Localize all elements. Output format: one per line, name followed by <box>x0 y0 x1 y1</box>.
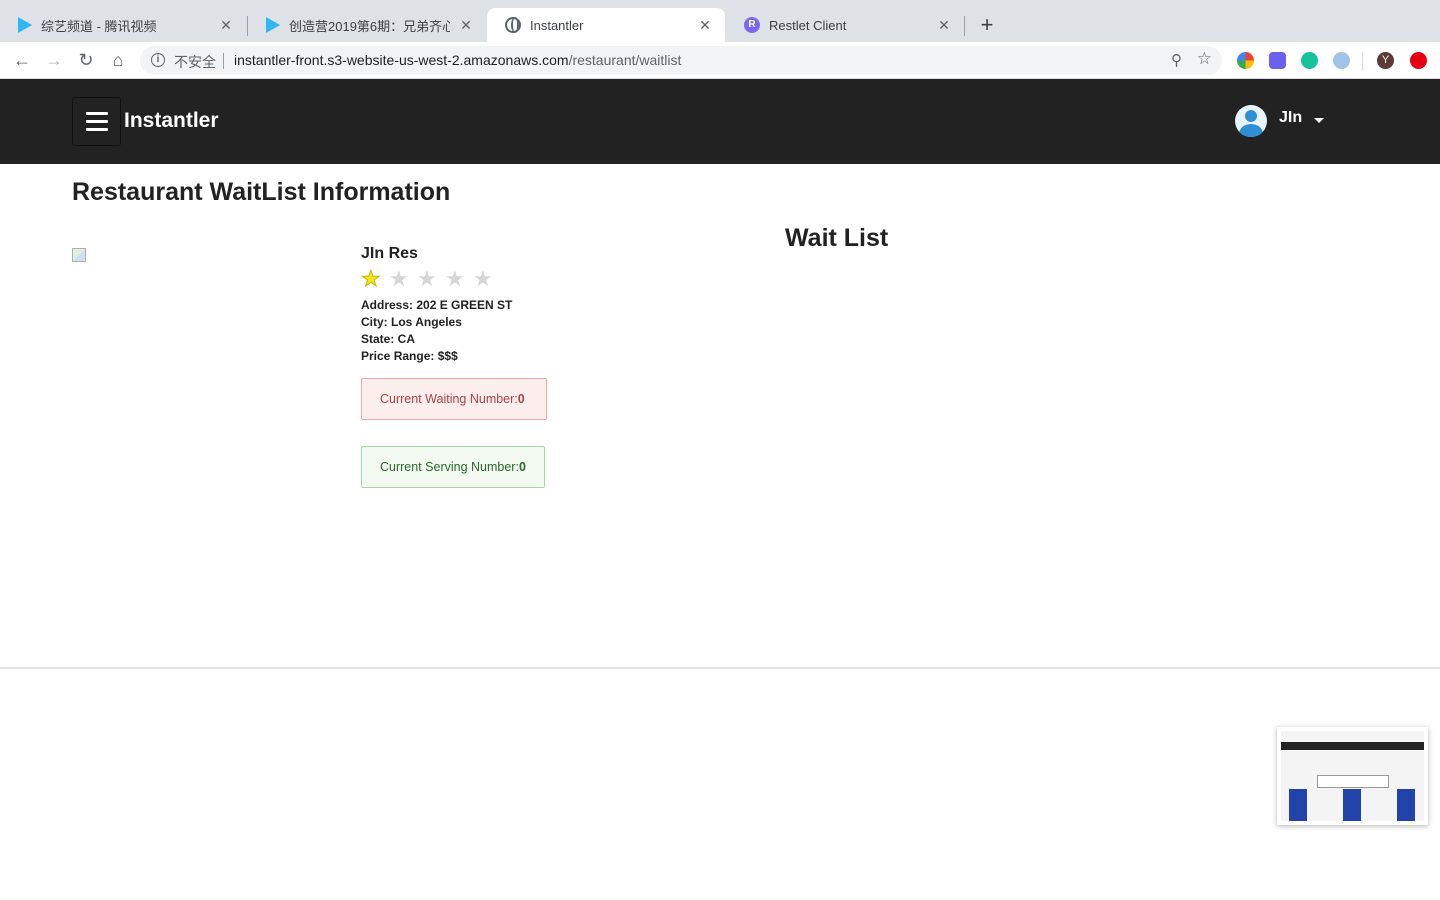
current-serving-number: Current Serving Number:0 <box>361 446 545 488</box>
page-title: Restaurant WaitList Information <box>72 178 451 206</box>
waiting-value: 0 <box>517 392 525 406</box>
close-icon[interactable]: ✕ <box>458 17 474 33</box>
divider <box>1362 52 1363 70</box>
back-arrow-icon[interactable]: ← <box>10 48 34 72</box>
extension-edit-icon[interactable] <box>1333 52 1350 69</box>
zoom-icon[interactable]: ⚲ <box>1171 51 1182 69</box>
close-icon[interactable]: ✕ <box>697 17 713 33</box>
tab-separator <box>964 16 965 36</box>
new-tab-button[interactable]: + <box>975 13 999 37</box>
star-rating[interactable]: ★ ★ ★ ★ ★ <box>361 266 501 291</box>
star-icon[interactable]: ★ <box>473 267 501 291</box>
globe-icon <box>505 17 521 33</box>
serving-label: Current Serving Number: <box>380 460 519 474</box>
security-label[interactable]: 不安全 <box>174 52 216 72</box>
browser-tab-instantler[interactable]: Instantler ✕ <box>487 8 725 42</box>
url-text[interactable]: instantler-front.s3-website-us-west-2.am… <box>234 52 681 68</box>
waiting-label: Current Waiting Number: <box>380 392 518 406</box>
user-avatar[interactable] <box>1235 105 1267 137</box>
restlet-icon: R <box>744 17 760 33</box>
tab-title: 综艺频道 - 腾讯视频 <box>41 18 157 34</box>
preview-image <box>1281 731 1424 821</box>
menu-toggle-button[interactable] <box>72 97 121 146</box>
bookmark-star-icon[interactable]: ☆ <box>1197 49 1212 69</box>
hamburger-icon <box>86 120 108 123</box>
close-icon[interactable]: ✕ <box>936 17 952 33</box>
restaurant-state: State: CA <box>361 332 416 346</box>
star-icon[interactable]: ★ <box>361 266 389 291</box>
serving-value: 0 <box>518 460 526 474</box>
chevron-down-icon[interactable] <box>1314 118 1324 123</box>
preview-column <box>1397 789 1415 821</box>
restaurant-address: Address: 202 E GREEN ST <box>361 298 513 312</box>
user-name[interactable]: JIn <box>1279 109 1302 127</box>
reload-icon[interactable]: ↻ <box>74 48 98 72</box>
restaurant-price-range: Price Range: $$$ <box>361 349 458 363</box>
address-bar[interactable]: i 不安全 instantler-front.s3-website-us-wes… <box>140 46 1222 75</box>
divider <box>223 53 224 69</box>
tab-title: 创造营2019第6期：兄弟齐心团 <box>289 18 450 34</box>
star-icon[interactable]: ★ <box>445 267 473 291</box>
tencent-video-icon <box>266 17 280 33</box>
waitlist-title: Wait List <box>785 224 889 252</box>
url-path: /restaurant/waitlist <box>568 52 682 68</box>
info-icon[interactable]: i <box>151 53 165 67</box>
tab-title: Instantler <box>530 17 584 33</box>
tencent-video-icon <box>18 17 32 33</box>
star-icon[interactable]: ★ <box>389 267 417 291</box>
browser-tab-chuangzaoying[interactable]: 创造营2019第6期：兄弟齐心团 ✕ <box>248 8 486 42</box>
extension-grammarly-icon[interactable] <box>1301 52 1318 69</box>
browser-tab-strip: 综艺频道 - 腾讯视频 ✕ 创造营2019第6期：兄弟齐心团 ✕ Instant… <box>0 0 1440 42</box>
forward-arrow-icon[interactable]: → <box>42 48 66 72</box>
preview-column <box>1343 789 1361 821</box>
star-icon[interactable]: ★ <box>417 267 445 291</box>
browser-tab-tencent-variety[interactable]: 综艺频道 - 腾讯视频 ✕ <box>0 8 246 42</box>
screenshot-preview-thumbnail[interactable] <box>1277 727 1428 825</box>
extension-color-icon[interactable] <box>1237 52 1254 69</box>
app-navbar: Instantler JIn <box>0 79 1440 164</box>
app-brand[interactable]: Instantler <box>124 109 219 133</box>
current-waiting-number: Current Waiting Number:0 <box>361 378 547 420</box>
hamburger-icon <box>86 112 108 115</box>
preview-popup <box>1317 775 1389 788</box>
restaurant-image <box>72 248 86 262</box>
url-host: instantler-front.s3-website-us-west-2.am… <box>234 52 569 68</box>
restaurant-name: JIn Res <box>361 245 418 262</box>
browser-tab-restlet[interactable]: R Restlet Client ✕ <box>726 8 964 42</box>
browser-toolbar: ← → ↻ ⌂ i 不安全 instantler-front.s3-websit… <box>0 42 1440 79</box>
extension-restlet-icon[interactable] <box>1269 52 1286 69</box>
footer-divider <box>0 667 1440 669</box>
hamburger-icon <box>86 128 108 131</box>
close-icon[interactable]: ✕ <box>218 17 234 33</box>
preview-navbar <box>1281 742 1424 750</box>
tab-title: Restlet Client <box>769 17 847 33</box>
profile-avatar[interactable]: Y <box>1377 52 1394 69</box>
restaurant-city: City: Los Angeles <box>361 315 462 329</box>
home-icon[interactable]: ⌂ <box>106 48 130 72</box>
extension-update-icon[interactable] <box>1410 52 1427 69</box>
preview-column <box>1289 789 1307 821</box>
